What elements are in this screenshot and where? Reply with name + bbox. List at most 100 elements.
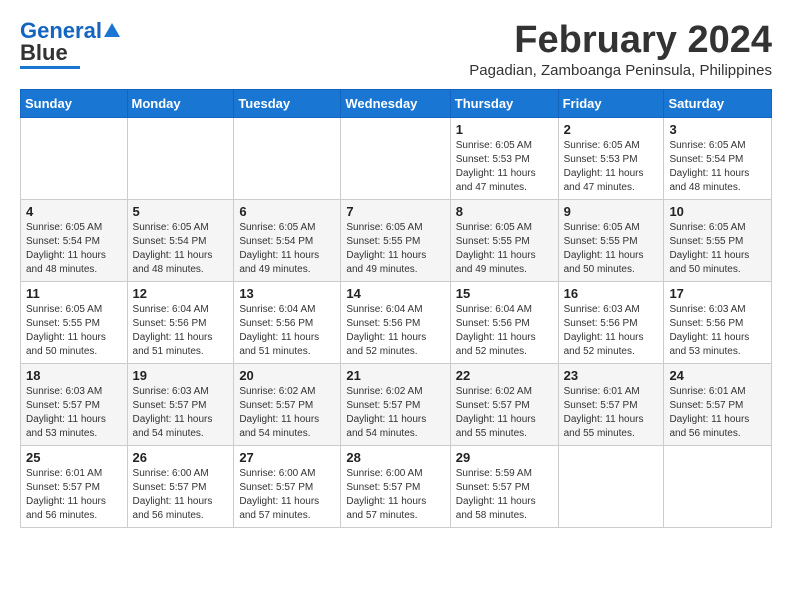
calendar-cell: 20Sunrise: 6:02 AM Sunset: 5:57 PM Dayli… [234, 363, 341, 445]
month-title: February 2024 [469, 20, 772, 62]
calendar-cell: 12 Sunrise: 6:04 AM Sunset: 5:56 PM Dayli… [127, 281, 234, 363]
day-info: Sunrise: 6:04 AM Sunset: 5:56 PM Dayligh… [346, 303, 444, 359]
header-row: Sunday Monday Tuesday Wednesday Thursday… [21, 89, 772, 117]
calendar-cell: 18 Sunrise: 6:03 AM Sunset: 5:57 PM Dayli… [21, 363, 128, 445]
day-info: Sunrise: 6:03 AM Sunset: 5:57 PM Dayligh… [26, 385, 122, 441]
day-number: 1 [456, 122, 553, 137]
calendar-cell: 16Sunrise: 6:03 AM Sunset: 5:56 PM Dayli… [558, 281, 664, 363]
day-number: 27 [239, 450, 335, 465]
day-number: 10 [669, 204, 766, 219]
calendar-week-5: 25 Sunrise: 6:01 AM Sunset: 5:57 PM Dayli… [21, 445, 772, 527]
calendar-cell: 21 Sunrise: 6:02 AM Sunset: 5:57 PM Dayli… [341, 363, 450, 445]
calendar-cell [234, 117, 341, 199]
col-tuesday: Tuesday [234, 89, 341, 117]
day-number: 18 [26, 368, 122, 383]
calendar-cell: 5 Sunrise: 6:05 AM Sunset: 5:54 PM Daylig… [127, 199, 234, 281]
calendar-week-4: 18 Sunrise: 6:03 AM Sunset: 5:57 PM Dayli… [21, 363, 772, 445]
day-info: Sunrise: 6:03 AM Sunset: 5:56 PM Dayligh… [564, 303, 659, 359]
day-number: 2 [564, 122, 659, 137]
calendar-cell: 10 Sunrise: 6:05 AM Sunset: 5:55 PM Dayli… [664, 199, 772, 281]
col-saturday: Saturday [664, 89, 772, 117]
day-number: 7 [346, 204, 444, 219]
day-info: Sunrise: 6:00 AM Sunset: 5:57 PM Dayligh… [133, 467, 229, 523]
day-info: Sunrise: 6:01 AM Sunset: 5:57 PM Dayligh… [26, 467, 122, 523]
calendar-cell: 17Sunrise: 6:03 AM Sunset: 5:56 PM Dayli… [664, 281, 772, 363]
col-sunday: Sunday [21, 89, 128, 117]
day-info: Sunrise: 6:05 AM Sunset: 5:55 PM Dayligh… [669, 221, 766, 277]
day-info: Sunrise: 6:05 AM Sunset: 5:53 PM Dayligh… [456, 139, 553, 195]
day-number: 22 [456, 368, 553, 383]
day-number: 11 [26, 286, 122, 301]
day-number: 26 [133, 450, 229, 465]
day-info: Sunrise: 6:03 AM Sunset: 5:57 PM Dayligh… [133, 385, 229, 441]
calendar-cell: 27 Sunrise: 6:00 AM Sunset: 5:57 PM Dayli… [234, 445, 341, 527]
day-info: Sunrise: 6:04 AM Sunset: 5:56 PM Dayligh… [456, 303, 553, 359]
col-thursday: Thursday [450, 89, 558, 117]
calendar-cell: 7 Sunrise: 6:05 AM Sunset: 5:55 PM Daylig… [341, 199, 450, 281]
calendar-cell: 4Sunrise: 6:05 AM Sunset: 5:54 PM Daylig… [21, 199, 128, 281]
calendar-cell: 23 Sunrise: 6:01 AM Sunset: 5:57 PM Dayli… [558, 363, 664, 445]
page-header: General Blue February 2024 Pagadian, Zam… [20, 20, 772, 79]
day-info: Sunrise: 6:05 AM Sunset: 5:54 PM Dayligh… [239, 221, 335, 277]
col-monday: Monday [127, 89, 234, 117]
calendar-cell: 28 Sunrise: 6:00 AM Sunset: 5:57 PM Dayli… [341, 445, 450, 527]
calendar-cell: 29 Sunrise: 5:59 AM Sunset: 5:57 PM Dayli… [450, 445, 558, 527]
day-info: Sunrise: 6:04 AM Sunset: 5:56 PM Dayligh… [239, 303, 335, 359]
calendar-week-1: 1 Sunrise: 6:05 AM Sunset: 5:53 PM Daylig… [21, 117, 772, 199]
day-number: 19 [133, 368, 229, 383]
calendar-cell: 19 Sunrise: 6:03 AM Sunset: 5:57 PM Dayli… [127, 363, 234, 445]
title-area: February 2024 Pagadian, Zamboanga Penins… [469, 20, 772, 79]
col-wednesday: Wednesday [341, 89, 450, 117]
day-info: Sunrise: 6:01 AM Sunset: 5:57 PM Dayligh… [564, 385, 659, 441]
calendar-cell [664, 445, 772, 527]
day-info: Sunrise: 6:03 AM Sunset: 5:56 PM Dayligh… [669, 303, 766, 359]
day-info: Sunrise: 6:01 AM Sunset: 5:57 PM Dayligh… [669, 385, 766, 441]
calendar-cell [341, 117, 450, 199]
day-number: 24 [669, 368, 766, 383]
location-subtitle: Pagadian, Zamboanga Peninsula, Philippin… [469, 62, 772, 79]
day-number: 21 [346, 368, 444, 383]
day-number: 29 [456, 450, 553, 465]
day-info: Sunrise: 6:05 AM Sunset: 5:55 PM Dayligh… [26, 303, 122, 359]
calendar-cell: 8 Sunrise: 6:05 AM Sunset: 5:55 PM Daylig… [450, 199, 558, 281]
day-info: Sunrise: 6:04 AM Sunset: 5:56 PM Dayligh… [133, 303, 229, 359]
calendar-week-3: 11 Sunrise: 6:05 AM Sunset: 5:55 PM Dayli… [21, 281, 772, 363]
day-number: 14 [346, 286, 444, 301]
day-info: Sunrise: 6:02 AM Sunset: 5:57 PM Dayligh… [346, 385, 444, 441]
calendar-cell: 24 Sunrise: 6:01 AM Sunset: 5:57 PM Dayli… [664, 363, 772, 445]
day-number: 15 [456, 286, 553, 301]
day-number: 5 [133, 204, 229, 219]
day-info: Sunrise: 6:00 AM Sunset: 5:57 PM Dayligh… [346, 467, 444, 523]
day-info: Sunrise: 5:59 AM Sunset: 5:57 PM Dayligh… [456, 467, 553, 523]
day-number: 12 [133, 286, 229, 301]
day-info: Sunrise: 6:05 AM Sunset: 5:55 PM Dayligh… [456, 221, 553, 277]
day-number: 4 [26, 204, 122, 219]
calendar-cell [127, 117, 234, 199]
day-number: 23 [564, 368, 659, 383]
day-info: Sunrise: 6:02 AM Sunset: 5:57 PM Dayligh… [239, 385, 335, 441]
day-info: Sunrise: 6:05 AM Sunset: 5:55 PM Dayligh… [564, 221, 659, 277]
logo-underline [20, 66, 80, 69]
logo-blue-text: Blue [20, 42, 68, 64]
calendar-cell: 11 Sunrise: 6:05 AM Sunset: 5:55 PM Dayli… [21, 281, 128, 363]
calendar-cell: 9 Sunrise: 6:05 AM Sunset: 5:55 PM Daylig… [558, 199, 664, 281]
day-number: 3 [669, 122, 766, 137]
day-info: Sunrise: 6:00 AM Sunset: 5:57 PM Dayligh… [239, 467, 335, 523]
day-number: 6 [239, 204, 335, 219]
day-info: Sunrise: 6:05 AM Sunset: 5:55 PM Dayligh… [346, 221, 444, 277]
calendar-cell: 14 Sunrise: 6:04 AM Sunset: 5:56 PM Dayli… [341, 281, 450, 363]
calendar-cell: 13Sunrise: 6:04 AM Sunset: 5:56 PM Dayli… [234, 281, 341, 363]
calendar-cell: 6 Sunrise: 6:05 AM Sunset: 5:54 PM Daylig… [234, 199, 341, 281]
day-info: Sunrise: 6:02 AM Sunset: 5:57 PM Dayligh… [456, 385, 553, 441]
calendar-cell: 3Sunrise: 6:05 AM Sunset: 5:54 PM Daylig… [664, 117, 772, 199]
day-number: 8 [456, 204, 553, 219]
day-number: 25 [26, 450, 122, 465]
day-info: Sunrise: 6:05 AM Sunset: 5:54 PM Dayligh… [133, 221, 229, 277]
calendar-header: Sunday Monday Tuesday Wednesday Thursday… [21, 89, 772, 117]
calendar-week-2: 4 Sunrise: 6:05 AM Sunset: 5:54 PM Daylig… [21, 199, 772, 281]
day-number: 9 [564, 204, 659, 219]
day-info: Sunrise: 6:05 AM Sunset: 5:53 PM Dayligh… [564, 139, 659, 195]
logo-text: General [20, 20, 102, 42]
calendar-cell: 1 Sunrise: 6:05 AM Sunset: 5:53 PM Daylig… [450, 117, 558, 199]
day-number: 28 [346, 450, 444, 465]
